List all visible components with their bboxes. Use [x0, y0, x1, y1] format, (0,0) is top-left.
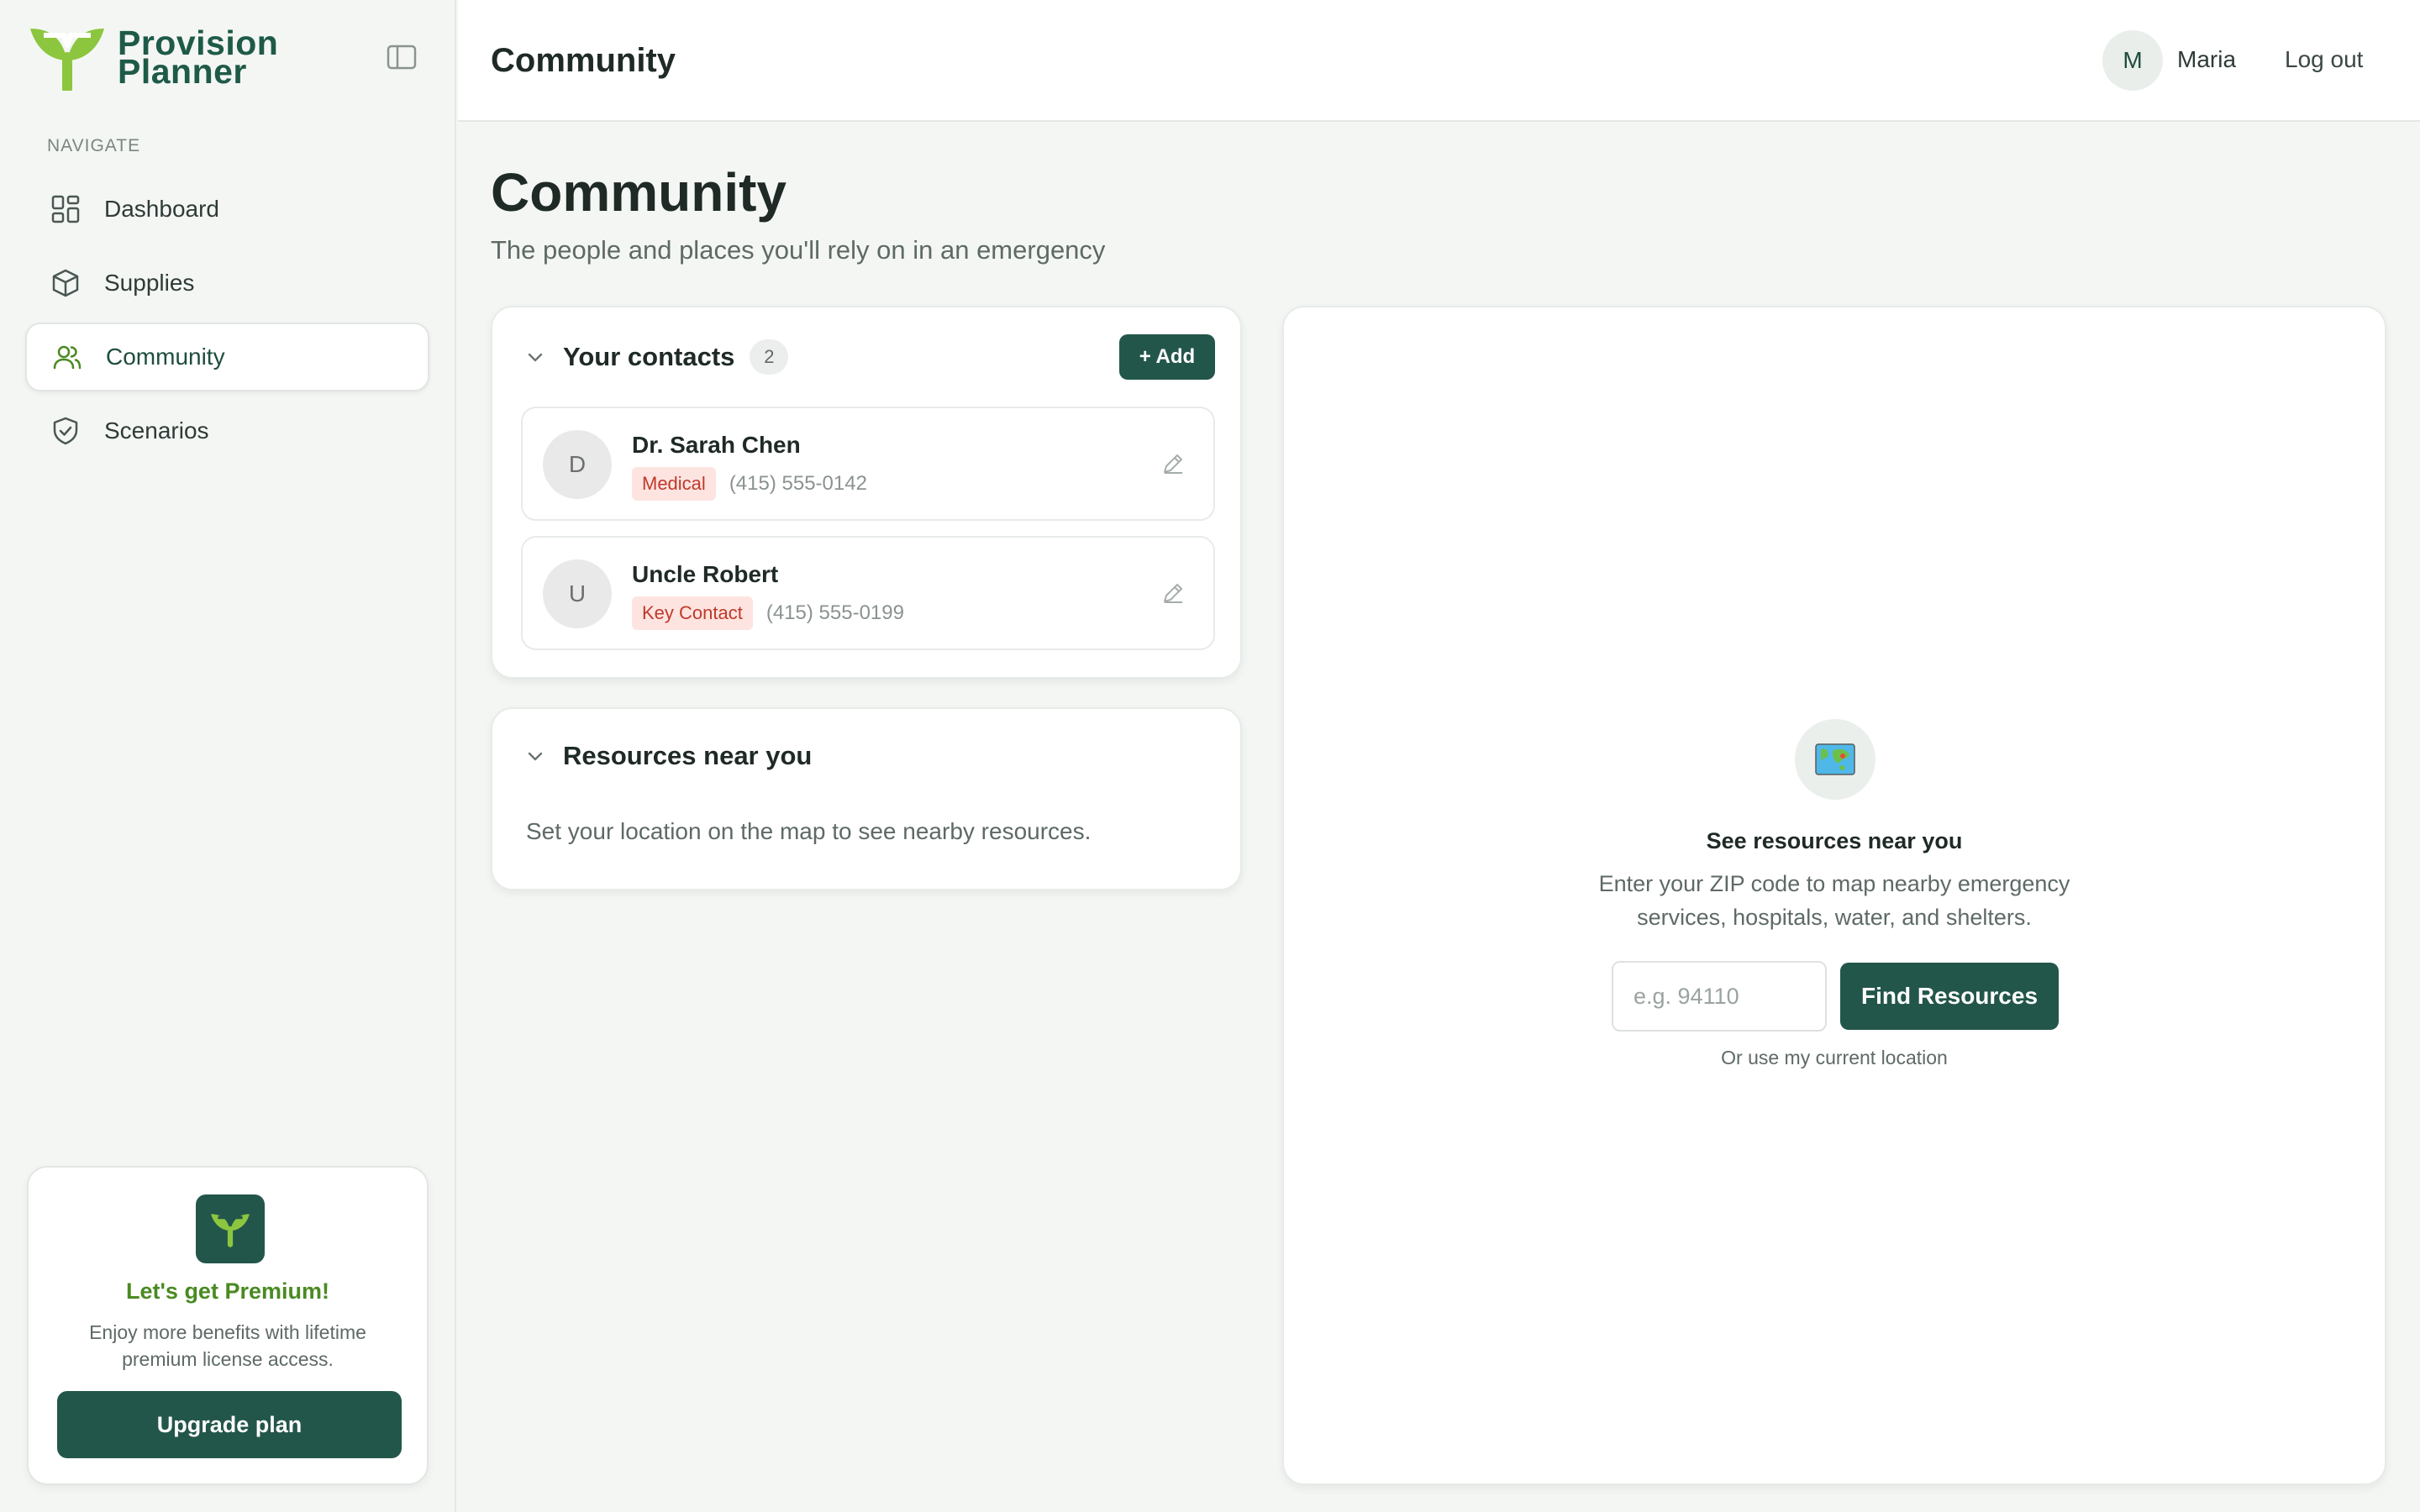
contacts-header[interactable]: Your contacts 2: [523, 339, 789, 375]
zip-code-input[interactable]: [1612, 961, 1827, 1032]
sidebar-item-label: Scenarios: [104, 417, 209, 444]
contact-tag: Key Contact: [632, 596, 753, 630]
brand-name: Provision Planner: [118, 26, 278, 89]
sidebar-item-label: Community: [106, 344, 225, 370]
contact-meta: Medical (415) 555-0142: [632, 467, 867, 501]
add-contact-button[interactable]: + Add: [1119, 334, 1215, 380]
contact-avatar: U: [543, 559, 612, 628]
premium-title: Let's get Premium!: [126, 1278, 329, 1304]
avatar[interactable]: M: [2102, 30, 2163, 91]
contacts-card: Your contacts 2 + Add D Dr. Sarah Chen M…: [491, 306, 1242, 679]
map-panel: See resources near you Enter your ZIP co…: [1282, 306, 2386, 1485]
contact-avatar: D: [543, 430, 612, 499]
brand-logo[interactable]: Provision Planner: [25, 24, 278, 91]
shield-check-icon: [49, 414, 82, 448]
page-title: Community: [491, 42, 676, 79]
contact-phone: (415) 555-0142: [729, 472, 867, 495]
contact-meta: Key Contact (415) 555-0199: [632, 596, 904, 630]
sidebar-toggle-button[interactable]: [383, 42, 420, 72]
sidebar: Provision Planner NAVIGATE Dashboard Sup…: [0, 0, 456, 1512]
sidebar-item-community[interactable]: Community: [25, 323, 429, 391]
contact-item[interactable]: U Uncle Robert Key Contact (415) 555-019…: [521, 536, 1215, 650]
sidebar-panel-icon: [387, 45, 417, 70]
contact-item[interactable]: D Dr. Sarah Chen Medical (415) 555-0142: [521, 407, 1215, 521]
page-subtitle: The people and places you'll rely on in …: [491, 235, 1106, 265]
logout-link[interactable]: Log out: [2285, 46, 2363, 73]
grid-icon: [49, 192, 82, 226]
map-description: Enter your ZIP code to map nearby emerge…: [1598, 871, 2070, 930]
find-resources-button[interactable]: Find Resources: [1840, 963, 2059, 1030]
page-heading: Community: [491, 162, 786, 223]
premium-card: Let's get Premium! Enjoy more benefits w…: [27, 1166, 429, 1485]
use-current-location-link[interactable]: Or use my current location: [1284, 1047, 2385, 1069]
contact-name: Dr. Sarah Chen: [632, 432, 801, 458]
sprout-logo-icon: [211, 1214, 250, 1247]
pencil-icon[interactable]: [1158, 449, 1188, 479]
sidebar-item-dashboard[interactable]: Dashboard: [25, 175, 429, 244]
resources-header[interactable]: Resources near you: [523, 741, 812, 771]
map-title: See resources near you: [1706, 828, 1963, 853]
contacts-title: Your contacts: [563, 342, 735, 371]
sidebar-item-label: Dashboard: [104, 196, 219, 222]
upgrade-plan-button[interactable]: Upgrade plan: [57, 1391, 402, 1458]
pencil-icon[interactable]: [1158, 578, 1188, 608]
contact-tag: Medical: [632, 467, 716, 501]
resources-title: Resources near you: [563, 741, 813, 770]
box-icon: [49, 266, 82, 300]
nav-heading: NAVIGATE: [47, 136, 141, 155]
top-bar: Community M Maria Log out: [458, 0, 2420, 122]
resources-empty-text: Set your location on the map to see near…: [526, 818, 1092, 844]
contact-name: Uncle Robert: [632, 561, 779, 587]
world-map-icon: [1795, 719, 1876, 800]
chevron-down-icon[interactable]: [523, 743, 548, 769]
sidebar-item-supplies[interactable]: Supplies: [25, 249, 429, 318]
users-icon: [50, 340, 84, 374]
premium-description: Enjoy more benefits with lifetime premiu…: [89, 1321, 366, 1370]
resources-card: Resources near you Set your location on …: [491, 707, 1242, 890]
sidebar-item-label: Supplies: [104, 270, 195, 296]
sidebar-item-scenarios[interactable]: Scenarios: [25, 396, 429, 465]
user-name[interactable]: Maria: [2177, 46, 2236, 73]
contacts-count-badge: 2: [750, 339, 789, 375]
premium-logo-badge: [196, 1194, 265, 1263]
chevron-down-icon[interactable]: [523, 344, 548, 370]
sprout-logo-icon: [30, 29, 104, 91]
contact-phone: (415) 555-0199: [765, 601, 904, 624]
